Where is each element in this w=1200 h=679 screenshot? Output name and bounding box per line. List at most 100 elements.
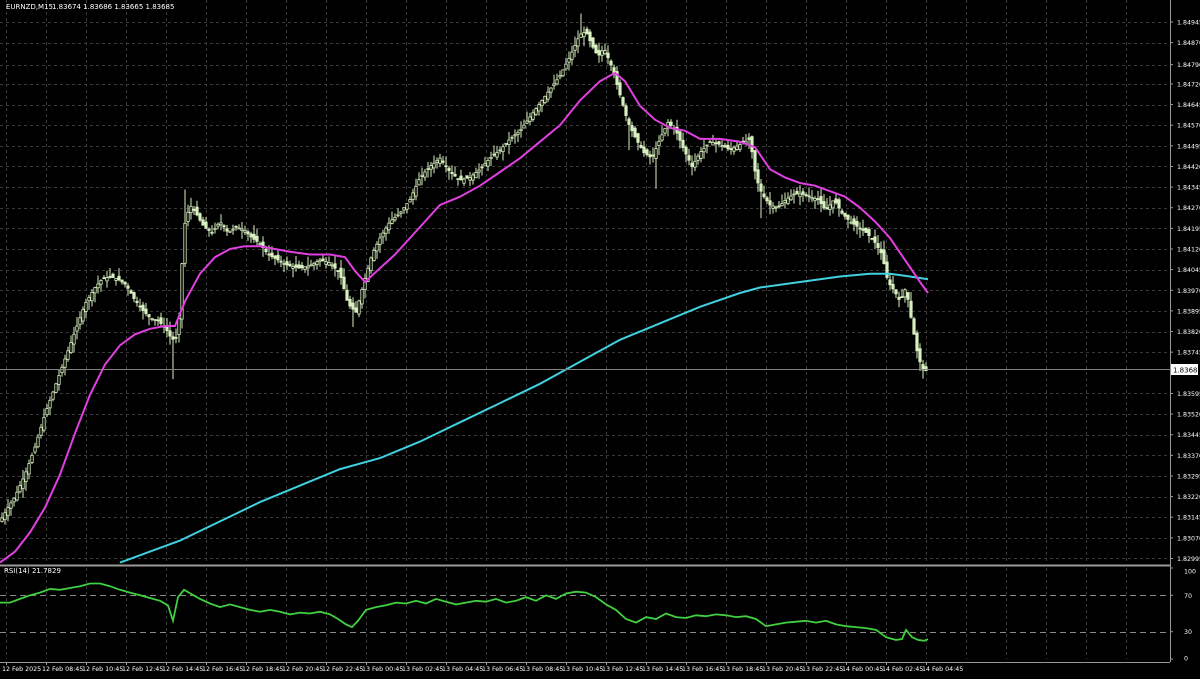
bear-candle xyxy=(117,275,121,281)
bull-candle xyxy=(21,478,25,490)
bull-candle xyxy=(384,227,388,234)
price-chart[interactable]: 1.84945 1.84870 1.84790 1.84720 1.84645 1.845… xyxy=(0,0,1200,675)
bull-candle xyxy=(456,178,460,180)
bull-candle xyxy=(30,454,34,463)
ohlc-label: 1.83674 1.83686 1.83665 1.83685 xyxy=(52,3,174,11)
bear-candle xyxy=(108,276,112,278)
bear-candle xyxy=(825,207,829,210)
time-tick-label: 12 Feb 20:45 xyxy=(282,666,323,673)
bear-candle xyxy=(102,277,106,280)
bear-candle xyxy=(129,290,133,294)
bear-candle xyxy=(645,149,649,156)
bear-candle xyxy=(873,236,877,243)
bear-candle xyxy=(606,52,610,59)
bull-candle xyxy=(468,177,472,181)
bear-candle xyxy=(597,49,601,56)
bear-candle xyxy=(123,281,127,285)
price-tick-label: 1.84345 xyxy=(1177,185,1200,192)
bear-candle xyxy=(768,200,772,206)
price-tick-label: 1.83970 xyxy=(1177,288,1200,295)
bear-candle xyxy=(141,304,145,311)
bear-candle xyxy=(342,276,346,290)
bear-candle xyxy=(297,264,301,269)
bear-candle xyxy=(888,279,892,286)
bull-candle xyxy=(780,203,784,207)
bull-candle xyxy=(474,172,478,179)
rsi-indicator-label: RSI(14) 21.7829 xyxy=(4,567,61,575)
bull-candle xyxy=(6,507,10,517)
bull-candle xyxy=(735,145,739,150)
time-tick-label: 12 Feb 16:45 xyxy=(202,666,243,673)
time-tick-label: 14 Feb 02:45 xyxy=(882,666,923,673)
bear-candle xyxy=(864,227,868,233)
bull-candle xyxy=(462,178,466,184)
bull-candle xyxy=(423,171,427,178)
bull-candle xyxy=(477,169,481,173)
bull-candle xyxy=(531,112,535,120)
bear-candle xyxy=(807,195,811,198)
bull-candle xyxy=(375,243,379,252)
bull-candle xyxy=(543,95,547,104)
bear-candle xyxy=(453,173,457,177)
bear-candle xyxy=(669,121,673,126)
time-tick-label: 13 Feb 06:45 xyxy=(482,666,523,673)
bear-candle xyxy=(159,317,163,325)
bear-candle xyxy=(684,146,688,155)
price-tick-label: 1.83745 xyxy=(1177,350,1200,357)
chart-window[interactable]: 1.84945 1.84870 1.84790 1.84720 1.84645 1.845… xyxy=(0,0,1200,675)
bull-candle xyxy=(45,408,49,416)
price-tick-label: 1.83895 xyxy=(1177,308,1200,315)
bear-candle xyxy=(225,228,229,232)
bull-candle xyxy=(429,165,433,170)
time-tick-label: 13 Feb 16:45 xyxy=(682,666,723,673)
price-tick-label: 1.84645 xyxy=(1177,102,1200,109)
bull-candle xyxy=(9,502,13,509)
bull-candle xyxy=(216,223,220,227)
bear-candle xyxy=(168,330,172,337)
bear-candle xyxy=(255,235,259,242)
bear-candle xyxy=(246,231,250,235)
time-tick-label: 13 Feb 18:45 xyxy=(722,666,763,673)
bear-candle xyxy=(459,175,463,181)
price-tick-label: 1.83595 xyxy=(1177,391,1200,398)
bull-candle xyxy=(513,134,517,137)
bear-candle xyxy=(273,255,277,259)
bull-candle xyxy=(657,140,661,147)
bull-candle xyxy=(240,228,244,231)
bull-candle xyxy=(33,446,37,453)
bear-candle xyxy=(855,221,859,227)
bull-candle xyxy=(420,174,424,177)
bull-candle xyxy=(774,206,778,209)
bull-candle xyxy=(411,192,415,200)
bear-candle xyxy=(279,260,283,263)
bear-candle xyxy=(621,97,625,106)
bull-candle xyxy=(798,193,802,198)
bear-candle xyxy=(195,206,199,216)
bull-candle xyxy=(327,262,331,266)
bear-candle xyxy=(348,298,352,307)
bear-candle xyxy=(876,243,880,249)
bull-candle xyxy=(828,204,832,210)
bear-candle xyxy=(918,348,922,363)
time-tick-label: 13 Feb 22:45 xyxy=(802,666,843,673)
bull-candle xyxy=(705,144,709,147)
bear-candle xyxy=(441,160,445,163)
bear-candle xyxy=(846,214,850,220)
bull-candle xyxy=(720,145,724,147)
time-tick-label: 13 Feb 02:45 xyxy=(402,666,443,673)
bull-candle xyxy=(528,116,532,122)
bull-candle xyxy=(546,91,550,100)
bear-candle xyxy=(222,225,226,228)
bear-candle xyxy=(834,198,838,204)
time-tick-label: 13 Feb 14:45 xyxy=(642,666,683,673)
bull-candle xyxy=(771,205,775,209)
bear-candle xyxy=(201,219,205,226)
bear-candle xyxy=(480,166,484,169)
bull-candle xyxy=(792,193,796,196)
bear-candle xyxy=(765,197,769,202)
bear-candle xyxy=(210,231,214,234)
bull-candle xyxy=(708,141,712,144)
bull-candle xyxy=(579,33,583,38)
bull-candle xyxy=(702,147,706,153)
price-tick-label: 1.82995 xyxy=(1177,556,1200,563)
